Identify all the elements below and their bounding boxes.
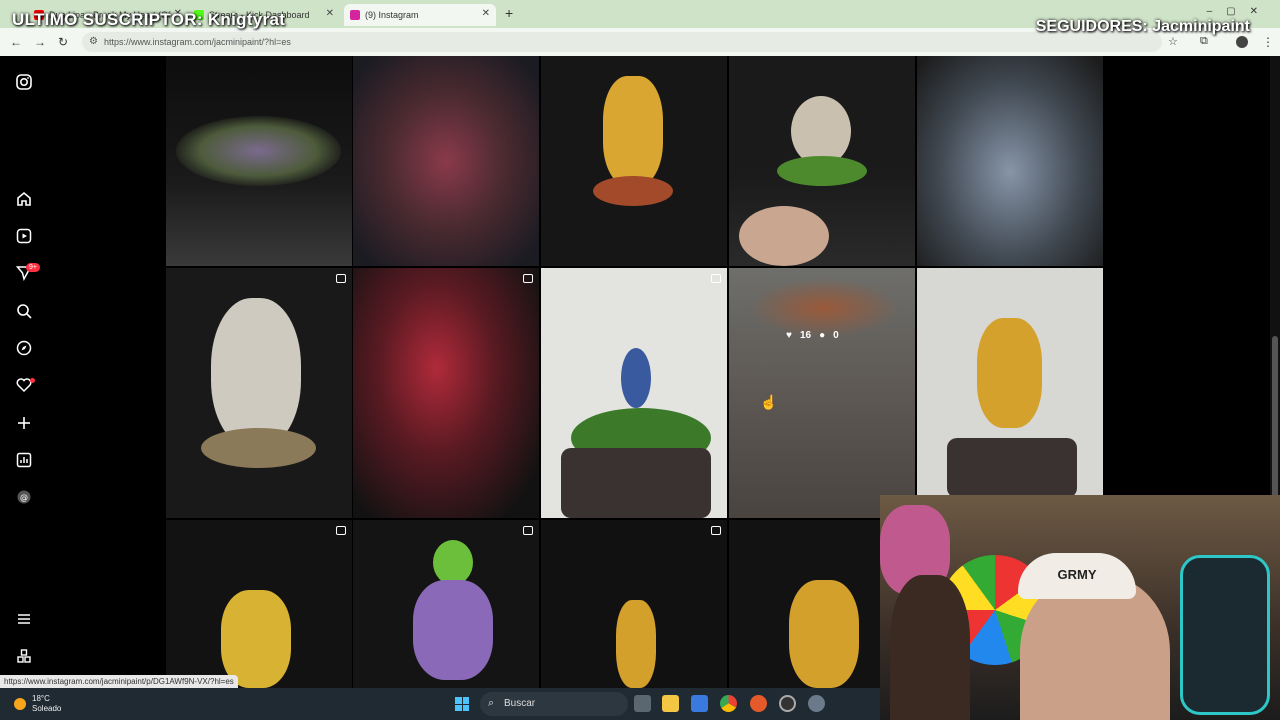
dashboard-icon[interactable] [14,450,34,470]
app-icon[interactable] [750,695,767,712]
post-tile[interactable] [353,268,539,518]
svg-text:@: @ [20,493,28,502]
url-text: https://www.instagram.com/jacminipaint/?… [104,37,291,47]
instagram-logo-icon[interactable] [14,72,34,92]
post-tile[interactable] [353,520,539,688]
weather-widget[interactable]: 18°C Soleado [14,694,61,714]
search-placeholder: Buscar [504,698,536,709]
new-tab-button[interactable]: + [505,5,513,21]
status-link: https://www.instagram.com/jacminipaint/p… [0,675,238,688]
post-tile[interactable] [541,268,727,518]
url-field[interactable]: ⚙ https://www.instagram.com/jacminipaint… [82,32,1162,52]
explore-icon[interactable] [14,338,34,358]
taskbar: 18°C Soleado ⌕ Buscar [0,688,880,720]
likes-count: 16 [799,330,812,341]
menu-icon[interactable] [14,609,34,629]
create-icon[interactable] [14,413,34,433]
last-subscriber-overlay: ULTIMO SUSCRIPTOR: Knigtyrat [12,10,286,29]
temperature: 18°C [32,694,50,703]
search-icon[interactable] [14,301,34,321]
reel-icon [711,274,721,283]
site-info-icon[interactable]: ⚙ [89,36,98,47]
comments-count: 0 [833,330,839,341]
window-controls[interactable]: –▢✕ [1207,6,1272,17]
threads-icon[interactable]: @ [14,487,34,507]
post-tile[interactable] [166,268,352,518]
obs-icon[interactable] [779,695,796,712]
instagram-icon [350,10,360,20]
home-icon[interactable] [14,189,34,209]
comment-icon: ● [819,330,826,341]
sidebar-nav: 9+ @ [0,56,50,688]
cap-logo: GRMY [1018,553,1136,599]
profile-avatar[interactable] [1236,36,1248,48]
chrome-icon[interactable] [720,695,737,712]
post-tile[interactable] [166,520,352,688]
close-icon[interactable]: ✕ [326,8,334,19]
search-icon: ⌕ [488,697,495,709]
post-tile[interactable] [541,520,727,688]
close-icon[interactable]: ✕ [482,8,490,19]
task-view-icon[interactable] [634,695,651,712]
webcam-overlay [880,495,1280,720]
post-tile[interactable] [353,56,539,266]
reel-icon [523,274,533,283]
taskbar-search[interactable]: ⌕ Buscar [480,692,628,716]
forward-icon[interactable]: → [34,35,46,49]
file-explorer-icon[interactable] [662,695,679,712]
notification-dot [30,378,35,383]
scrollbar-thumb[interactable] [1272,336,1278,506]
settings-icon[interactable] [808,695,825,712]
post-tile-hovered[interactable] [729,268,915,518]
back-icon[interactable]: ← [10,35,22,49]
windows-start-icon[interactable] [455,697,469,711]
followers-overlay: SEGUIDORES: Jacminipaint [1035,18,1250,35]
reel-icon [336,274,346,283]
post-tile[interactable] [729,56,915,266]
reel-icon [711,526,721,535]
also-from-meta-icon[interactable] [14,646,34,666]
star-icon[interactable]: ☆ [1168,35,1178,48]
weather-condition: Soleado [32,704,62,713]
post-tile[interactable] [541,56,727,266]
like-icon: ♥ [786,330,792,341]
post-tile[interactable] [166,56,352,266]
sun-icon [14,698,26,710]
reel-icon [523,526,533,535]
post-hover-stats: ♥ 16 ● 0 [786,330,839,341]
store-icon[interactable] [691,695,708,712]
extensions-icon[interactable]: ⧉ [1200,35,1208,48]
reel-icon [336,526,346,535]
hand-cursor-icon: ☝ [760,394,778,410]
reels-icon[interactable] [14,226,34,246]
post-tile[interactable] [917,56,1103,266]
post-tile[interactable] [917,268,1103,518]
tab-title: (9) Instagram [365,10,419,20]
reload-icon[interactable]: ↻ [58,35,68,49]
messages-badge: 9+ [26,263,40,272]
tab-instagram[interactable]: (9) Instagram ✕ [344,4,496,26]
more-options-icon[interactable]: ⋮ [1262,35,1274,49]
